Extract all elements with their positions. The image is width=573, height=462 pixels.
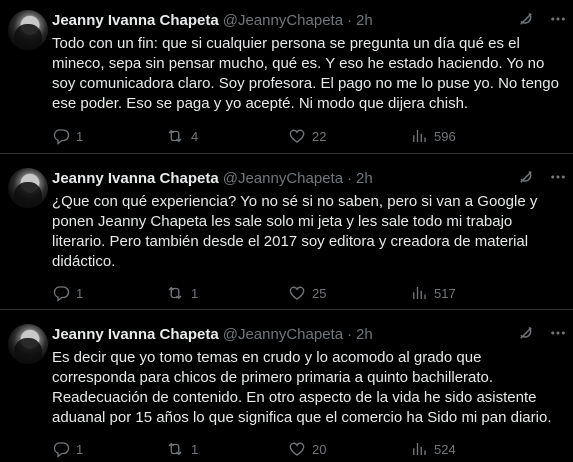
heart-icon [288, 127, 306, 145]
more-icon[interactable] [549, 10, 567, 28]
tweet-text: Es decir que yo tomo temas en crudo y lo… [52, 349, 552, 426]
reply-icon [52, 127, 70, 145]
timeline: Jeanny Ivanna Chapeta @JeannyChapeta · 2… [0, 0, 573, 462]
like-count: 25 [312, 285, 327, 301]
tweet-text: ¿Que con qué experiencia? Yo no sé si no… [52, 193, 538, 270]
grok-icon[interactable] [517, 324, 535, 342]
timestamp[interactable]: 2h [356, 170, 373, 187]
author-handle[interactable]: @JeannyChapeta [223, 326, 343, 343]
views-button[interactable]: 517 [410, 284, 456, 302]
views-icon [410, 284, 428, 302]
tweet-header: Jeanny Ivanna Chapeta @JeannyChapeta · 2… [52, 168, 373, 188]
tweet[interactable]: Jeanny Ivanna Chapeta @JeannyChapeta · 2… [0, 154, 573, 310]
avatar[interactable] [8, 168, 48, 208]
reply-icon [52, 440, 70, 458]
retweet-icon [165, 127, 185, 145]
grok-icon[interactable] [517, 168, 535, 186]
views-icon [410, 127, 428, 145]
reply-count: 1 [76, 441, 84, 457]
tweet-text: Todo con un fin: que si cualquier person… [52, 35, 559, 112]
reply-button[interactable]: 1 [52, 440, 83, 458]
more-icon[interactable] [549, 168, 567, 186]
retweet-button[interactable]: 1 [165, 440, 198, 458]
tweet[interactable]: Jeanny Ivanna Chapeta @JeannyChapeta · 2… [0, 310, 573, 462]
reply-button[interactable]: 1 [52, 127, 83, 145]
retweet-count: 4 [191, 128, 199, 144]
tweet-actions: 1 4 22 596 [52, 126, 565, 146]
author-handle[interactable]: @JeannyChapeta [223, 12, 343, 29]
tweet-header: Jeanny Ivanna Chapeta @JeannyChapeta · 2… [52, 10, 373, 30]
author-handle[interactable]: @JeannyChapeta [223, 170, 343, 187]
separator: · [347, 325, 353, 343]
like-button[interactable]: 20 [288, 440, 326, 458]
separator: · [347, 169, 353, 187]
reply-icon [52, 284, 70, 302]
like-button[interactable]: 22 [288, 127, 326, 145]
tweet-header: Jeanny Ivanna Chapeta @JeannyChapeta · 2… [52, 324, 373, 344]
tweet-actions: 1 1 25 517 [52, 283, 565, 303]
retweet-icon [165, 440, 185, 458]
like-count: 20 [312, 441, 327, 457]
views-count: 524 [434, 441, 456, 457]
reply-count: 1 [76, 285, 84, 301]
views-icon [410, 440, 428, 458]
reply-count: 1 [76, 128, 84, 144]
author-name[interactable]: Jeanny Ivanna Chapeta [52, 170, 219, 187]
retweet-button[interactable]: 4 [165, 127, 198, 145]
retweet-count: 1 [191, 285, 199, 301]
more-icon[interactable] [549, 324, 567, 342]
avatar[interactable] [8, 324, 48, 364]
tweet-top-icons [517, 168, 567, 186]
timestamp[interactable]: 2h [356, 326, 373, 343]
reply-button[interactable]: 1 [52, 284, 83, 302]
heart-icon [288, 440, 306, 458]
author-name[interactable]: Jeanny Ivanna Chapeta [52, 12, 219, 29]
views-button[interactable]: 524 [410, 440, 456, 458]
retweet-count: 1 [191, 441, 199, 457]
retweet-icon [165, 284, 185, 302]
avatar[interactable] [8, 10, 48, 50]
retweet-button[interactable]: 1 [165, 284, 198, 302]
grok-icon[interactable] [517, 10, 535, 28]
tweet-top-icons [517, 10, 567, 28]
views-button[interactable]: 596 [410, 127, 456, 145]
tweet[interactable]: Jeanny Ivanna Chapeta @JeannyChapeta · 2… [0, 0, 573, 154]
like-button[interactable]: 25 [288, 284, 326, 302]
views-count: 596 [434, 128, 456, 144]
tweet-actions: 1 1 20 524 [52, 439, 565, 459]
views-count: 517 [434, 285, 456, 301]
timestamp[interactable]: 2h [356, 12, 373, 29]
like-count: 22 [312, 128, 327, 144]
author-name[interactable]: Jeanny Ivanna Chapeta [52, 326, 219, 343]
tweet-top-icons [517, 324, 567, 342]
heart-icon [288, 284, 306, 302]
separator: · [347, 11, 353, 29]
